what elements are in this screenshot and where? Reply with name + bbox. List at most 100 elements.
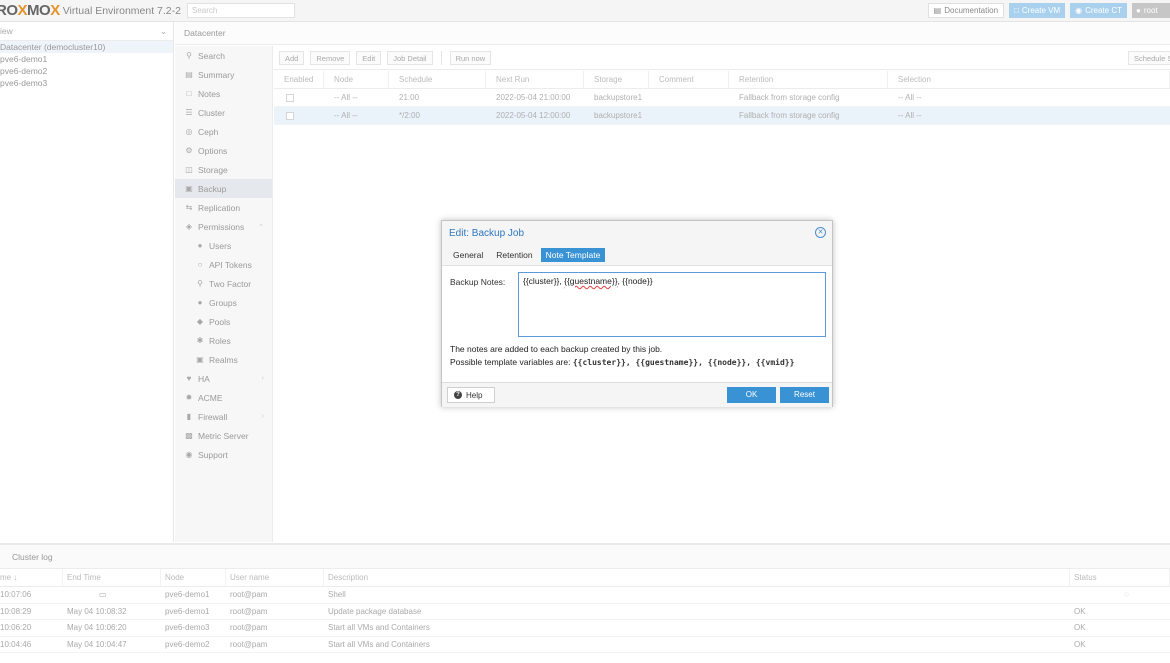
schedule-simulator-button[interactable]: Schedule Si: [1127, 50, 1170, 65]
menu-item-pools[interactable]: ◆ Pools: [175, 312, 272, 331]
schedule-cell: */2:00: [399, 111, 420, 120]
user-icon: ●: [197, 241, 203, 250]
column-schedule[interactable]: Schedule: [389, 71, 486, 88]
tab-retention[interactable]: Retention: [491, 248, 537, 262]
datacenter-menu: ⚲ Search ▤ Summary □ Notes ☰ Cluster ◎ Ceph ⚙…: [175, 46, 273, 542]
desktop-icon: □: [1014, 6, 1019, 15]
menu-item-label: Search: [198, 50, 225, 61]
menu-item-replication[interactable]: ⇆ Replication: [175, 198, 272, 217]
column-start-time[interactable]: me ↓: [0, 569, 63, 586]
tab-general[interactable]: General: [448, 248, 488, 262]
menu-item-notes[interactable]: □ Notes: [175, 84, 272, 103]
menu-item-firewall[interactable]: ▮ Firewall ›: [175, 407, 272, 426]
tree-item-node[interactable]: pve6-demo2: [0, 65, 173, 77]
chevron-right-icon: ›: [261, 375, 264, 382]
menu-item-acme[interactable]: ✹ ACME: [175, 388, 272, 407]
column-next-run[interactable]: Next Run: [486, 71, 584, 88]
question-circle-icon: ?: [454, 391, 462, 399]
column-user-name[interactable]: User name: [226, 569, 324, 586]
documentation-button[interactable]: ▤ Documentation: [927, 3, 1005, 18]
table-row[interactable]: -- All -- */2:00 2022-05-04 12:00:00 bac…: [274, 107, 1170, 125]
column-end-time[interactable]: End Time: [63, 569, 161, 586]
tab-note-template[interactable]: Note Template: [540, 248, 606, 262]
menu-item-support[interactable]: ◉ Support: [175, 445, 272, 464]
edit-button[interactable]: Edit: [356, 50, 382, 65]
view-selector[interactable]: iew ⌄: [0, 22, 173, 41]
bar-chart-icon: ▩: [185, 431, 193, 440]
menu-item-storage[interactable]: ◫ Storage: [175, 160, 272, 179]
menu-item-summary[interactable]: ▤ Summary: [175, 65, 272, 84]
run-now-button[interactable]: Run now: [449, 50, 492, 65]
menu-item-roles[interactable]: ✱ Roles: [175, 331, 272, 350]
start-cell: 10:06:20: [0, 623, 32, 632]
start-cell: 10:07:06: [0, 590, 32, 599]
menu-item-ha[interactable]: ♥ HA ›: [175, 369, 272, 388]
menu-item-users[interactable]: ● Users: [175, 236, 272, 255]
create-vm-button[interactable]: □ Create VM: [1009, 3, 1066, 18]
column-description[interactable]: Description: [324, 569, 1070, 586]
reset-button[interactable]: Reset: [780, 387, 829, 403]
search-icon: ⚲: [186, 51, 192, 60]
enabled-checkbox[interactable]: [286, 93, 294, 102]
book-icon: ▤: [933, 6, 942, 15]
help-button[interactable]: ? Help: [447, 387, 495, 403]
add-button[interactable]: Add: [279, 50, 305, 65]
notes-text-part-misspelled: {{guestname}}: [564, 276, 618, 286]
table-row[interactable]: 10:07:06 ▭ pve6-demo1 root@pam Shell ◌: [0, 587, 1170, 604]
user-cell: root@pam: [230, 639, 268, 649]
ceph-icon: ◎: [185, 127, 193, 136]
menu-item-groups[interactable]: ● Groups: [175, 293, 272, 312]
variables-list: {{cluster}}, {{guestname}}, {{node}}, {{…: [572, 358, 795, 367]
dialog-title[interactable]: Edit: Backup Job: [442, 221, 832, 245]
view-selector-label: iew: [0, 26, 13, 36]
menu-item-label: Firewall: [198, 411, 228, 422]
table-row[interactable]: -- All -- 21:00 2022-05-04 21:00:00 back…: [274, 89, 1170, 107]
status-cell: ◌: [1070, 587, 1170, 603]
column-comment[interactable]: Comment: [649, 71, 729, 88]
backup-notes-textarea[interactable]: {{cluster}}, {{guestname}}, {{node}}: [518, 272, 826, 337]
database-icon: ◫: [185, 165, 193, 174]
table-row[interactable]: 10:06:20 May 04 10:06:20 pve6-demo3 root…: [0, 620, 1170, 637]
column-status[interactable]: Status: [1070, 569, 1170, 586]
logo-text-1: RO: [0, 2, 18, 19]
column-selection[interactable]: Selection: [888, 71, 1170, 88]
search-input[interactable]: Search: [187, 3, 295, 18]
close-icon[interactable]: ✕: [815, 227, 826, 238]
column-retention[interactable]: Retention: [729, 71, 888, 88]
menu-item-permissions[interactable]: ◈ Permissions ⌃: [175, 217, 272, 236]
menu-item-api-tokens[interactable]: ○ API Tokens: [175, 255, 272, 274]
menu-item-backup[interactable]: ▣ Backup: [175, 179, 272, 198]
floppy-icon: ▣: [185, 184, 193, 193]
tree-item-datacenter[interactable]: Datacenter (democluster10): [0, 41, 173, 53]
backup-jobs-grid: Enabled Node Schedule Next Run Storage C…: [274, 71, 1170, 125]
menu-item-options[interactable]: ⚙ Options: [175, 141, 272, 160]
remove-button[interactable]: Remove: [310, 50, 351, 65]
tree-item-node[interactable]: pve6-demo3: [0, 77, 173, 89]
node-cell: -- All --: [334, 93, 358, 102]
create-ct-button[interactable]: ◉ Create CT: [1070, 3, 1127, 18]
menu-item-cluster[interactable]: ☰ Cluster: [175, 103, 272, 122]
column-node[interactable]: Node: [324, 71, 389, 88]
menu-item-two-factor[interactable]: ⚲ Two Factor: [175, 274, 272, 293]
male-icon: ✱: [196, 336, 204, 345]
job-detail-button[interactable]: Job Detail: [387, 50, 433, 65]
user-menu-button[interactable]: ● root: [1132, 3, 1170, 18]
menu-item-search[interactable]: ⚲ Search: [175, 46, 272, 65]
table-row[interactable]: 10:08:29 May 04 10:08:32 pve6-demo1 root…: [0, 604, 1170, 620]
cluster-log-title[interactable]: Cluster log: [0, 545, 1170, 569]
column-node[interactable]: Node: [161, 569, 226, 586]
menu-item-metric-server[interactable]: ▩ Metric Server: [175, 426, 272, 445]
menu-item-realms[interactable]: ▣ Realms: [175, 350, 272, 369]
column-enabled[interactable]: Enabled: [274, 71, 324, 88]
enabled-checkbox[interactable]: [286, 111, 294, 120]
grid-header: Enabled Node Schedule Next Run Storage C…: [274, 71, 1170, 89]
column-storage[interactable]: Storage: [584, 71, 649, 88]
node-cell: pve6-demo3: [165, 623, 210, 632]
proxmox-logo[interactable]: ROXMOX: [0, 2, 60, 19]
ok-button[interactable]: OK: [727, 387, 776, 403]
menu-item-label: Metric Server: [198, 430, 249, 441]
table-row[interactable]: 10:04:46 May 04 10:04:47 pve6-demo2 root…: [0, 637, 1170, 653]
menu-item-ceph[interactable]: ◎ Ceph: [175, 122, 272, 141]
tree-item-node[interactable]: pve6-demo1: [0, 53, 173, 65]
retention-cell: Fallback from storage config: [739, 111, 840, 120]
